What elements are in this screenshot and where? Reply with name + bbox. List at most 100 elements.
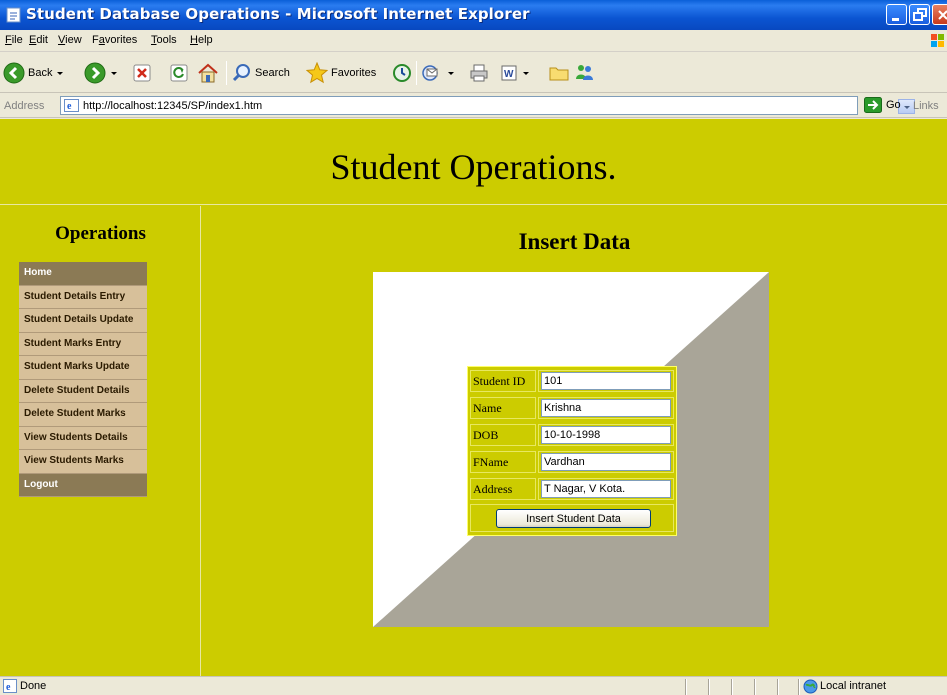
main-content: Insert Data Student ID Name bbox=[202, 206, 947, 676]
mail-icon bbox=[422, 65, 438, 81]
folder-icon bbox=[549, 67, 569, 81]
menu-item-delete-student-marks[interactable]: Delete Student Marks bbox=[19, 403, 147, 427]
page-content: Student Operations. Operations Home Stud… bbox=[0, 119, 947, 676]
mail-button[interactable] bbox=[421, 59, 454, 87]
menu-tools[interactable]: Tools bbox=[151, 34, 177, 46]
menu-item-logout[interactable]: Logout bbox=[19, 473, 147, 497]
address-field-label: Address bbox=[470, 478, 536, 500]
status-text: Done bbox=[20, 680, 47, 692]
student-id-label: Student ID bbox=[470, 370, 536, 392]
dob-field[interactable] bbox=[541, 426, 671, 444]
insert-student-data-button[interactable]: Insert Student Data bbox=[496, 509, 651, 528]
menu-item-student-marks-entry[interactable]: Student Marks Entry bbox=[19, 332, 147, 356]
edit-button[interactable]: W bbox=[500, 59, 529, 87]
zone-text: Local intranet bbox=[820, 680, 887, 692]
word-edit-icon: W bbox=[501, 65, 517, 81]
minimize-button[interactable] bbox=[886, 4, 907, 25]
address-input[interactable]: e http://localhost:12345/SP/index1.htm bbox=[60, 96, 915, 115]
dob-label: DOB bbox=[470, 424, 536, 446]
menu-file[interactable]: File bbox=[5, 34, 23, 46]
forward-arrow-icon bbox=[84, 62, 106, 84]
form-submit-row: Insert Student Data bbox=[470, 504, 674, 532]
menu-item-student-marks-update[interactable]: Student Marks Update bbox=[19, 356, 147, 380]
mail-dropdown-icon[interactable] bbox=[448, 71, 454, 75]
menu-item-delete-student-details[interactable]: Delete Student Details bbox=[19, 379, 147, 403]
menu-favorites[interactable]: Favorites bbox=[92, 34, 137, 46]
maximize-button[interactable] bbox=[909, 4, 930, 25]
page-header: Student Operations. bbox=[0, 119, 947, 205]
messenger-icon bbox=[576, 65, 593, 80]
local-intranet-icon bbox=[803, 679, 818, 694]
svg-text:e: e bbox=[67, 101, 72, 112]
forward-dropdown-icon[interactable] bbox=[111, 71, 117, 75]
history-icon bbox=[393, 64, 411, 82]
refresh-button[interactable] bbox=[170, 59, 188, 87]
printer-icon bbox=[470, 64, 488, 82]
sidebar: Operations Home Student Details Entry St… bbox=[0, 206, 201, 676]
search-icon bbox=[232, 64, 250, 82]
favorites-button[interactable]: Favorites bbox=[306, 59, 376, 87]
menu-item-student-details-entry[interactable]: Student Details Entry bbox=[19, 285, 147, 309]
ie-page-icon: e bbox=[3, 679, 17, 693]
menu-item-view-students-details[interactable]: View Students Details bbox=[19, 426, 147, 450]
windows-logo-icon bbox=[931, 34, 944, 47]
menu-view[interactable]: View bbox=[58, 34, 82, 46]
form-row-dob: DOB bbox=[470, 424, 674, 446]
browser-window: Student Database Operations - Microsoft … bbox=[0, 0, 947, 695]
menu-item-student-details-update[interactable]: Student Details Update bbox=[19, 309, 147, 333]
menu-edit[interactable]: Edit bbox=[29, 34, 48, 46]
form-row-name: Name bbox=[470, 397, 674, 419]
back-arrow-icon bbox=[3, 62, 25, 84]
close-button[interactable] bbox=[932, 4, 947, 25]
ie-page-icon bbox=[6, 7, 21, 23]
folder-button[interactable] bbox=[549, 59, 569, 87]
page-heading: Student Operations. bbox=[330, 147, 617, 187]
links-button[interactable]: Links bbox=[913, 100, 939, 112]
refresh-icon bbox=[170, 64, 188, 82]
menu-bar: File Edit View Favorites Tools Help bbox=[0, 30, 947, 52]
window-title: Student Database Operations - Microsoft … bbox=[26, 5, 530, 23]
insert-form: Student ID Name DOB FName bbox=[467, 366, 677, 536]
home-button[interactable] bbox=[197, 59, 219, 87]
forward-button[interactable] bbox=[84, 59, 117, 87]
form-row-fname: FName bbox=[470, 451, 674, 473]
name-label: Name bbox=[470, 397, 536, 419]
svg-text:W: W bbox=[504, 69, 514, 80]
back-button[interactable]: Back bbox=[3, 59, 64, 87]
go-button[interactable]: Go bbox=[864, 97, 901, 113]
status-bar: e Done Local intranet bbox=[0, 676, 947, 695]
print-button[interactable] bbox=[469, 59, 489, 87]
minimize-icon bbox=[892, 18, 899, 21]
menu-help[interactable]: Help bbox=[190, 34, 213, 46]
address-bar: Address e http://localhost:12345/SP/inde… bbox=[0, 94, 947, 118]
history-button[interactable] bbox=[392, 59, 412, 87]
star-icon bbox=[306, 62, 328, 84]
home-icon bbox=[198, 63, 218, 83]
menu-item-view-students-marks[interactable]: View Students Marks bbox=[19, 450, 147, 474]
stop-button[interactable] bbox=[133, 59, 151, 87]
stop-icon bbox=[133, 64, 151, 82]
address-url: http://localhost:12345/SP/index1.htm bbox=[83, 100, 263, 112]
messenger-button[interactable] bbox=[574, 59, 596, 87]
restore-icon bbox=[913, 8, 927, 21]
close-icon bbox=[938, 10, 947, 20]
form-row-address: Address bbox=[470, 478, 674, 500]
svg-text:e: e bbox=[6, 682, 11, 693]
edit-dropdown-icon[interactable] bbox=[523, 71, 529, 75]
back-dropdown-icon[interactable] bbox=[57, 71, 64, 75]
fname-label: FName bbox=[470, 451, 536, 473]
fname-field[interactable] bbox=[541, 453, 671, 471]
operations-menu: Home Student Details Entry Student Detai… bbox=[19, 262, 147, 497]
ie-page-icon: e bbox=[64, 99, 79, 112]
toolbar: Back Search Favorites W bbox=[0, 53, 947, 93]
go-arrow-icon bbox=[864, 97, 882, 113]
title-bar[interactable]: Student Database Operations - Microsoft … bbox=[0, 0, 947, 30]
main-title: Insert Data bbox=[518, 229, 631, 254]
name-field[interactable] bbox=[541, 399, 671, 417]
form-panel: Student ID Name DOB FName bbox=[373, 272, 769, 627]
menu-item-home[interactable]: Home bbox=[19, 262, 147, 286]
address-field[interactable] bbox=[541, 480, 671, 498]
student-id-field[interactable] bbox=[541, 372, 671, 390]
form-row-student-id: Student ID bbox=[470, 370, 674, 392]
search-button[interactable]: Search bbox=[232, 59, 290, 87]
